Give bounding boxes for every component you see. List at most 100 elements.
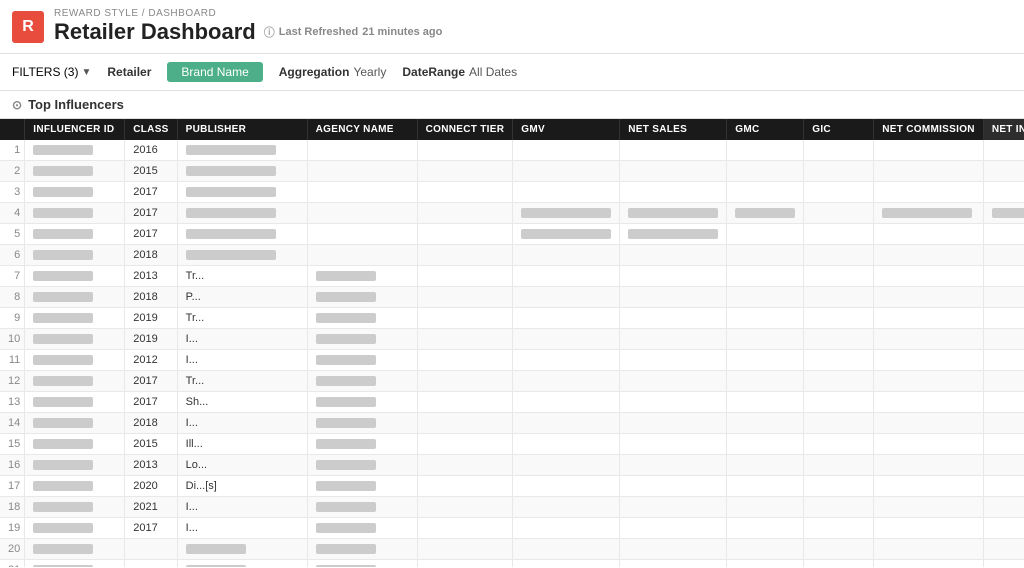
agency-name-cell (307, 392, 417, 413)
table-row[interactable]: 10 2019 I... 2.77% 19 (0, 329, 1024, 350)
gmc-cell (727, 350, 804, 371)
gmv-cell (513, 287, 620, 308)
gmv-cell (513, 434, 620, 455)
brand-name-button[interactable]: Brand Name (167, 62, 262, 82)
net-influencer-commission-cell (983, 539, 1024, 560)
row-number: 14 (0, 413, 25, 434)
agency-name-cell (307, 518, 417, 539)
agency-name-cell (307, 497, 417, 518)
filters-dropdown[interactable]: FILTERS (3) ▼ (12, 65, 91, 79)
table-row[interactable]: 9 2019 Tr... 2.84% 0.2% 14 (0, 308, 1024, 329)
table-row[interactable]: 19 2017 I... 1.20% 86.2% 16 (0, 518, 1024, 539)
class-cell: 2017 (125, 518, 177, 539)
agency-name-cell (307, 560, 417, 568)
net-sales-cell (620, 287, 727, 308)
connect-tier-cell (417, 497, 513, 518)
connect-tier-cell (417, 392, 513, 413)
agency-name-cell (307, 245, 417, 266)
table-row[interactable]: 4 2017 358,167 (0, 203, 1024, 224)
net-commission-cell (874, 413, 984, 434)
connect-tier-cell (417, 203, 513, 224)
table-row[interactable]: 15 2015 Ill... 1.86% 16.7% 173 (0, 434, 1024, 455)
net-influencer-commission-cell (983, 161, 1024, 182)
table-row[interactable]: 1 2016 US Diamond US (0, 140, 1024, 161)
gmv-cell (513, 497, 620, 518)
net-influencer-commission-cell (983, 392, 1024, 413)
table-row[interactable]: 17 2020 Di...[s] 1.55% 100.0% 21 (0, 476, 1024, 497)
gmc-cell (727, 140, 804, 161)
net-sales-cell (620, 392, 727, 413)
col-gmv: GMV (513, 119, 620, 140)
gmc-cell (727, 518, 804, 539)
data-table-container[interactable]: INFLUENCER ID CLASS PUBLISHER AGENCY NAM… (0, 119, 1024, 567)
aggregation-value[interactable]: Yearly (353, 65, 386, 79)
table-row[interactable]: 20 1.10% 100.0% 43 (0, 539, 1024, 560)
net-influencer-commission-cell (983, 518, 1024, 539)
table-row[interactable]: 16 2013 Lo... 1.79% 100.0% 36 (0, 455, 1024, 476)
net-influencer-commission-cell (983, 413, 1024, 434)
gmc-cell (727, 392, 804, 413)
gmc-cell (727, 182, 804, 203)
gic-cell (804, 182, 874, 203)
connect-tier-cell (417, 308, 513, 329)
row-number: 17 (0, 476, 25, 497)
table-row[interactable]: 6 2018 (0, 245, 1024, 266)
net-commission-cell (874, 560, 984, 568)
influencer-id (25, 413, 125, 434)
table-row[interactable]: 12 2017 Tr... 2.41% 100.0% 45 (0, 371, 1024, 392)
class-cell: 2015 (125, 434, 177, 455)
table-row[interactable]: 3 2017 (0, 182, 1024, 203)
publisher-cell: I... (177, 350, 307, 371)
gic-cell (804, 434, 874, 455)
table-row[interactable]: 5 2017 51,070 (0, 224, 1024, 245)
row-number: 6 (0, 245, 25, 266)
agency-name-cell (307, 287, 417, 308)
net-sales-cell (620, 476, 727, 497)
col-agency-name: AGENCY NAME (307, 119, 417, 140)
title-text: Retailer Dashboard (54, 19, 256, 45)
influencer-id (25, 350, 125, 371)
row-number: 21 (0, 560, 25, 568)
row-number: 2 (0, 161, 25, 182)
influencer-id (25, 287, 125, 308)
net-sales-cell (620, 413, 727, 434)
net-commission-cell (874, 140, 984, 161)
connect-tier-cell (417, 329, 513, 350)
row-number: 11 (0, 350, 25, 371)
net-sales-cell (620, 140, 727, 161)
class-cell: 2019 (125, 329, 177, 350)
class-cell: 2013 (125, 455, 177, 476)
table-row[interactable]: 18 2021 I... 1.48% 100.0% 97 (0, 497, 1024, 518)
publisher-cell (177, 560, 307, 568)
connect-tier-cell (417, 350, 513, 371)
net-commission-cell (874, 518, 984, 539)
aggregation-label: Aggregation (279, 65, 350, 79)
daterange-value[interactable]: All Dates (469, 65, 517, 79)
table-row[interactable]: 8 2018 P... 10.64% 0.1% 35 (0, 287, 1024, 308)
publisher-cell (177, 245, 307, 266)
table-row[interactable]: 21 1.02% 100.0% 6 (0, 560, 1024, 568)
publisher-cell (177, 539, 307, 560)
table-row[interactable]: 7 2013 Tr... 29.32% 89.6% 37 (0, 266, 1024, 287)
table-row[interactable]: 2 2015 US Gold US (0, 161, 1024, 182)
gmv-cell (513, 203, 620, 224)
net-influencer-commission-cell (983, 308, 1024, 329)
header-title-area: REWARD STYLE / DASHBOARD Retailer Dashbo… (54, 8, 442, 45)
influencer-id (25, 518, 125, 539)
net-influencer-commission-cell (983, 266, 1024, 287)
gmc-cell (727, 371, 804, 392)
net-influencer-commission-cell (983, 287, 1024, 308)
influencer-id (25, 455, 125, 476)
table-row[interactable]: 13 2017 Sh... 2.33% 100.0% 15 (0, 392, 1024, 413)
agency-name-cell (307, 371, 417, 392)
net-commission-cell (874, 161, 984, 182)
table-row[interactable]: 11 2012 I... 2.77% 94.9% 19 (0, 350, 1024, 371)
agency-name-cell (307, 329, 417, 350)
publisher-cell: Tr... (177, 266, 307, 287)
influencer-id (25, 182, 125, 203)
net-influencer-commission-cell (983, 476, 1024, 497)
agency-name-cell (307, 350, 417, 371)
table-row[interactable]: 14 2018 I... 2.11% 55.1% 124 (0, 413, 1024, 434)
row-number: 13 (0, 392, 25, 413)
col-gic: GIC (804, 119, 874, 140)
